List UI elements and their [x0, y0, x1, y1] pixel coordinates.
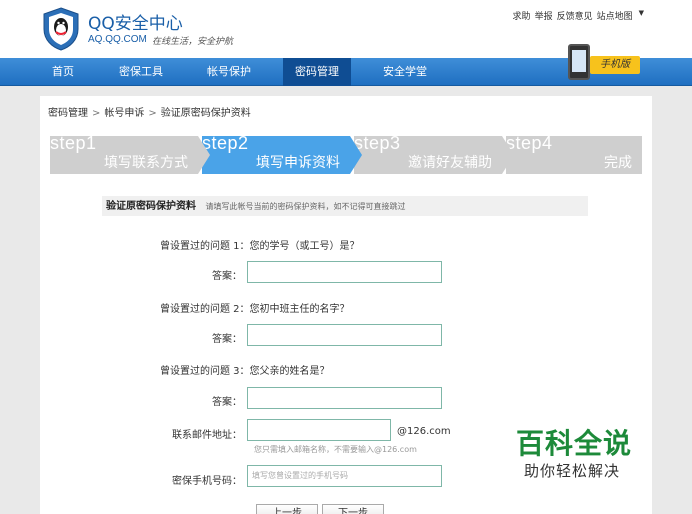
- security-question-3: 曾设置过的问题 3：您父亲的姓名是？: [160, 362, 330, 377]
- breadcrumb: 密码管理 > 帐号申诉 > 验证原密码保护资料: [48, 104, 251, 119]
- step-2-active: step2 填写申诉资料: [202, 133, 362, 174]
- breadcrumb-separator-icon: >: [148, 108, 157, 119]
- sitemap-link[interactable]: 站点地图: [597, 9, 633, 22]
- question-prefix: 曾设置过的问题 1：: [160, 241, 250, 252]
- step-arrow-icon: [198, 136, 210, 174]
- breadcrumb-account-appeal[interactable]: 帐号申诉: [104, 108, 144, 119]
- security-question-2: 曾设置过的问题 2：您初中班主任的名字？: [160, 300, 350, 315]
- question-text: 您的学号（或工号）是？: [249, 241, 360, 252]
- answer-3-input[interactable]: [247, 387, 442, 409]
- breadcrumb-current: 验证原密码保护资料: [160, 108, 251, 119]
- previous-step-button[interactable]: 上一步: [256, 504, 318, 514]
- question-prefix: 曾设置过的问题 2：: [160, 304, 250, 315]
- next-step-button[interactable]: 下一步: [322, 504, 384, 514]
- email-field[interactable]: [247, 419, 391, 441]
- email-label: 联系邮件地址：: [172, 430, 242, 441]
- email-hint: 您只需填入邮箱名称，不需要输入@126.com: [254, 445, 417, 454]
- breadcrumb-password-management[interactable]: 密码管理: [48, 108, 88, 119]
- report-link[interactable]: 举报: [535, 9, 553, 22]
- step-3: step3 邀请好友辅助: [354, 133, 514, 174]
- section-title: 验证原密码保护资料: [106, 201, 196, 212]
- security-question-1: 曾设置过的问题 1：您的学号（或工号）是？: [160, 237, 360, 252]
- question-text: 您父亲的姓名是？: [249, 366, 330, 377]
- answer-1-input[interactable]: [247, 261, 442, 283]
- watermark-title: 百科全说: [516, 427, 633, 460]
- watermark-subtitle: 助你轻松解决: [524, 462, 621, 480]
- help-link[interactable]: 求助: [513, 9, 531, 22]
- step-arrow-icon: [502, 136, 514, 174]
- step-label: 填写申诉资料: [256, 155, 340, 171]
- chevron-down-icon[interactable]: ▼: [639, 9, 644, 22]
- mobile-version-label: 手机版: [590, 56, 640, 74]
- answer-label: 答案：: [212, 334, 242, 345]
- email-domain-suffix: @126.com: [397, 426, 451, 437]
- step-label: 填写联系方式: [104, 155, 188, 171]
- nav-item-home[interactable]: 首页: [38, 58, 88, 86]
- step-label: 邀请好友辅助: [408, 155, 492, 171]
- step-number: step1: [50, 133, 97, 153]
- site-domain: AQ.QQ.COM: [88, 34, 147, 45]
- site-slogan: 在线生活，安全护航: [152, 37, 234, 47]
- step-label: 完成: [604, 155, 632, 171]
- step-arrow-icon: [350, 136, 362, 174]
- answer-label: 答案：: [212, 271, 242, 282]
- breadcrumb-separator-icon: >: [92, 108, 101, 119]
- qq-shield-logo-icon: [43, 7, 79, 51]
- nav-item-security-academy[interactable]: 安全学堂: [370, 58, 440, 86]
- phone-input[interactable]: 填写您曾设置过的手机号码: [247, 465, 442, 487]
- nav-item-security-tools[interactable]: 密保工具: [108, 58, 174, 86]
- nav-item-account-protection[interactable]: 帐号保护: [196, 58, 262, 86]
- step-1: step1 填写联系方式: [50, 133, 210, 174]
- section-header: 验证原密码保护资料 请填写此帐号当前的密码保护资料，如不记得可直接跳过: [102, 196, 588, 216]
- site-title[interactable]: QQ安全中心: [88, 9, 183, 34]
- top-links: 求助 举报 反馈意见 站点地图 ▼: [513, 9, 644, 22]
- feedback-link[interactable]: 反馈意见: [557, 9, 593, 22]
- phone-label: 密保手机号码：: [172, 476, 242, 487]
- answer-2-input[interactable]: [247, 324, 442, 346]
- section-hint: 请填写此帐号当前的密码保护资料，如不记得可直接跳过: [205, 202, 406, 211]
- question-prefix: 曾设置过的问题 3：: [160, 366, 250, 377]
- phone-icon: [568, 44, 590, 80]
- mobile-version-badge[interactable]: 手机版: [562, 44, 642, 84]
- answer-label: 答案：: [212, 397, 242, 408]
- nav-item-password-management[interactable]: 密码管理: [283, 58, 351, 86]
- question-text: 您初中班主任的名字？: [249, 304, 350, 315]
- step-4: step4 完成: [506, 133, 642, 174]
